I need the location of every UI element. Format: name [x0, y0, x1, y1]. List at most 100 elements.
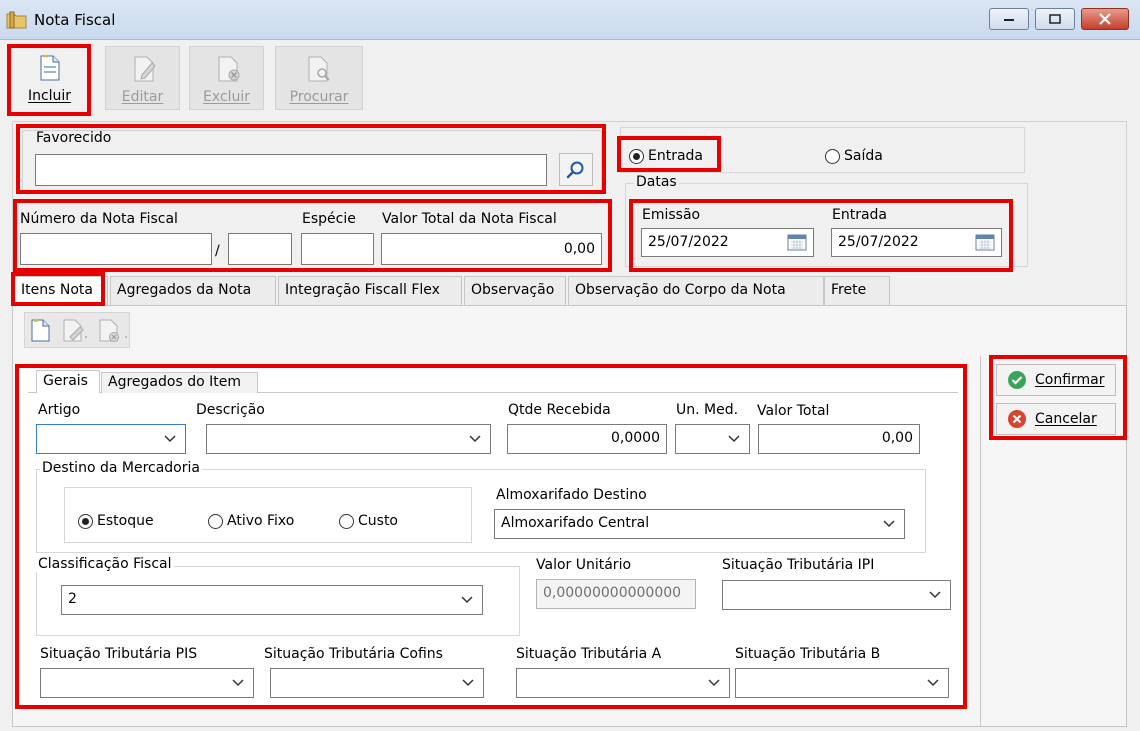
data-entrada-label: Entrada — [832, 207, 888, 223]
entrada-radio-label: Entrada — [648, 148, 704, 164]
ativo-fixo-radio[interactable]: Ativo Fixo — [208, 513, 294, 529]
check-circle-icon — [1008, 371, 1026, 389]
chevron-down-icon — [469, 435, 481, 443]
valor-unitario-input[interactable]: 0,00000000000000 — [536, 579, 696, 609]
search-icon — [566, 161, 584, 178]
chevron-down-icon — [927, 679, 939, 687]
calendar-icon[interactable] — [787, 233, 807, 251]
procurar-label: Procurar — [289, 89, 349, 105]
minimize-button[interactable] — [989, 8, 1029, 30]
cofins-label: Situação Tributária Cofins — [264, 646, 443, 662]
chevron-down-icon — [708, 679, 720, 687]
new-document-icon — [40, 54, 60, 81]
datas-title: Datas — [634, 174, 679, 190]
app-folder-icon — [6, 11, 27, 29]
tab-agregados-nota[interactable]: Agregados da Nota — [110, 276, 276, 305]
radio-unselected-icon — [339, 513, 354, 529]
favorecido-search-button[interactable] — [559, 153, 593, 186]
close-icon — [1099, 13, 1111, 25]
incluir-label: Incluir — [27, 88, 72, 104]
ativo-fixo-radio-label: Ativo Fixo — [227, 513, 295, 529]
sit-a-select[interactable] — [516, 668, 730, 698]
classificacao-value: 2 — [68, 591, 77, 607]
chevron-down-icon — [462, 679, 474, 687]
classificacao-select[interactable]: 2 — [61, 585, 483, 615]
ipi-label: Situação Tributária IPI — [722, 557, 875, 573]
cancelar-button[interactable]: Cancelar — [996, 403, 1116, 435]
artigo-select[interactable] — [36, 424, 186, 454]
favorecido-label: Favorecido — [36, 130, 112, 146]
editar-button[interactable]: Editar — [105, 46, 180, 110]
chevron-down-icon — [232, 679, 244, 687]
confirmar-button[interactable]: Confirmar — [996, 364, 1116, 396]
excluir-button[interactable]: Excluir — [189, 46, 264, 110]
qtde-input[interactable]: 0,0000 — [507, 424, 667, 454]
title-bar: Nota Fiscal — [0, 0, 1140, 40]
almoxarifado-value: Almoxarifado Central — [501, 515, 650, 531]
valor-total-nota-input[interactable]: 0,00 — [381, 233, 602, 265]
unmed-label: Un. Med. — [676, 402, 739, 418]
tab-observacao[interactable]: Observação — [464, 276, 566, 305]
descricao-select[interactable] — [206, 424, 491, 454]
almoxarifado-label: Almoxarifado Destino — [496, 487, 647, 503]
nota-fiscal-window: Nota Fiscal Incluir Editar Excluir Procu… — [0, 0, 1140, 731]
confirmar-label: Confirmar — [1035, 372, 1105, 388]
radio-unselected-icon — [208, 513, 223, 529]
delete-document-icon — [218, 56, 240, 82]
chevron-down-icon — [929, 591, 941, 599]
descricao-label: Descrição — [196, 402, 265, 418]
especie-input[interactable] — [301, 233, 374, 265]
ipi-select[interactable] — [722, 580, 951, 610]
editar-label: Editar — [121, 89, 164, 105]
calendar-icon[interactable] — [975, 233, 995, 251]
subtab-gerais[interactable]: Gerais — [36, 370, 100, 393]
procurar-button[interactable]: Procurar — [275, 46, 363, 110]
delete-item-icon[interactable] — [96, 317, 128, 343]
new-item-icon[interactable] — [28, 317, 54, 343]
radio-selected-icon — [629, 148, 644, 164]
close-button[interactable] — [1081, 8, 1129, 30]
cancelar-label: Cancelar — [1035, 411, 1097, 427]
qtde-label: Qtde Recebida — [508, 402, 611, 418]
pis-select[interactable] — [40, 668, 254, 698]
classificacao-title: Classificação Fiscal — [36, 556, 174, 572]
favorecido-input[interactable] — [35, 154, 547, 186]
numero-input[interactable] — [20, 233, 212, 265]
sit-b-select[interactable] — [735, 668, 949, 698]
unmed-select[interactable] — [675, 424, 750, 454]
pis-label: Situação Tributária PIS — [40, 646, 198, 662]
valor-total-item-label: Valor Total — [757, 403, 830, 419]
saida-radio[interactable]: Saída — [825, 148, 883, 164]
emissao-label: Emissão — [642, 207, 701, 223]
edit-item-icon[interactable] — [60, 317, 88, 343]
saida-radio-label: Saída — [844, 148, 883, 164]
subtab-agregados-item[interactable]: Agregados do Item — [101, 372, 258, 393]
side-divider — [980, 356, 981, 727]
emissao-date-field[interactable]: 25/07/2022 — [641, 228, 814, 257]
estoque-radio-label: Estoque — [97, 513, 154, 529]
tab-observacao-corpo-nota[interactable]: Observação do Corpo da Nota — [568, 276, 824, 305]
data-entrada-date-field[interactable]: 25/07/2022 — [831, 228, 1002, 257]
tab-integracao-fiscall-flex[interactable]: Integração Fiscall Flex — [278, 276, 462, 305]
incluir-button[interactable]: Incluir — [12, 46, 87, 110]
valor-unitario-label: Valor Unitário — [536, 557, 632, 573]
almoxarifado-select[interactable]: Almoxarifado Central — [494, 509, 905, 539]
sit-a-label: Situação Tributária A — [516, 646, 662, 662]
maximize-button[interactable] — [1035, 8, 1075, 30]
excluir-label: Excluir — [203, 89, 250, 105]
serie-input[interactable] — [228, 233, 292, 265]
entrada-radio[interactable]: Entrada — [629, 148, 703, 164]
serie-separator: / — [215, 243, 220, 259]
minimize-icon — [1004, 19, 1014, 21]
valor-total-item-input[interactable]: 0,00 — [758, 424, 920, 454]
valor-total-nota-label: Valor Total da Nota Fiscal — [382, 211, 557, 227]
custo-radio[interactable]: Custo — [339, 513, 398, 529]
estoque-radio[interactable]: Estoque — [78, 513, 154, 529]
cofins-select[interactable] — [270, 668, 484, 698]
chevron-down-icon — [883, 520, 895, 528]
tab-itens-nota[interactable]: Itens Nota — [14, 276, 108, 305]
custo-radio-label: Custo — [358, 513, 398, 529]
maximize-icon — [1049, 14, 1061, 24]
tab-frete[interactable]: Frete — [824, 276, 890, 305]
search-document-icon — [308, 56, 330, 82]
